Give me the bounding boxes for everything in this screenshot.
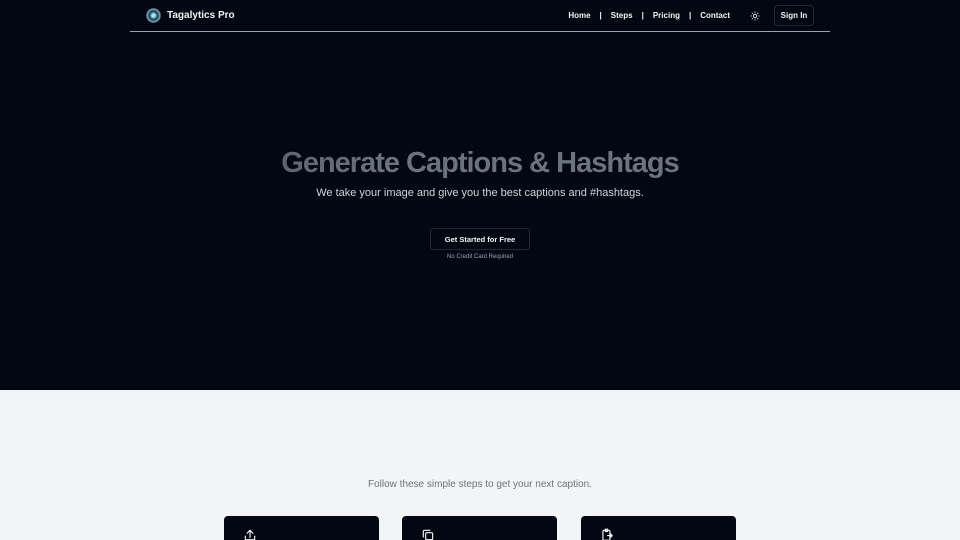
top-nav: Tagalytics Pro Home | Steps | Pricing | … — [130, 0, 830, 32]
step-card-upload[interactable] — [224, 516, 379, 540]
hero-subtitle: We take your image and give you the best… — [316, 187, 644, 199]
steps-title: How It Works — [444, 460, 516, 472]
steps-section: How It Works Follow these simple steps t… — [0, 390, 960, 540]
step-card-copy[interactable] — [402, 516, 557, 540]
logo-icon — [146, 8, 161, 23]
step-card-export[interactable] — [581, 516, 736, 540]
hero-title: Generate Captions & Hashtags — [0, 147, 960, 180]
sun-icon[interactable] — [748, 9, 762, 23]
hero-section: Tagalytics Pro Home | Steps | Pricing | … — [0, 0, 960, 390]
nav-separator: | — [641, 11, 644, 20]
nav-link-steps[interactable]: Steps — [611, 11, 633, 20]
nav-separator: | — [688, 11, 692, 20]
brand-name: Tagalytics Pro — [167, 10, 235, 21]
upload-icon — [243, 528, 257, 540]
brand[interactable]: Tagalytics Pro — [146, 8, 235, 23]
clipboard-export-icon — [600, 528, 614, 540]
sign-in-button[interactable]: Sign In — [774, 5, 814, 26]
nav-link-contact[interactable]: Contact — [700, 11, 730, 20]
nav-link-pricing[interactable]: Pricing — [653, 11, 680, 20]
nav-link-home[interactable]: Home — [568, 11, 590, 20]
nav-separator: | — [599, 11, 602, 20]
get-started-button[interactable]: Get Started for Free — [430, 228, 530, 250]
steps-subtitle: Follow these simple steps to get your ne… — [367, 479, 592, 490]
nav-links: Home | Steps | Pricing | Contact Sign In — [568, 5, 814, 26]
copy-icon — [421, 528, 435, 540]
no-credit-card-note: No Credit Card Required — [446, 254, 514, 260]
